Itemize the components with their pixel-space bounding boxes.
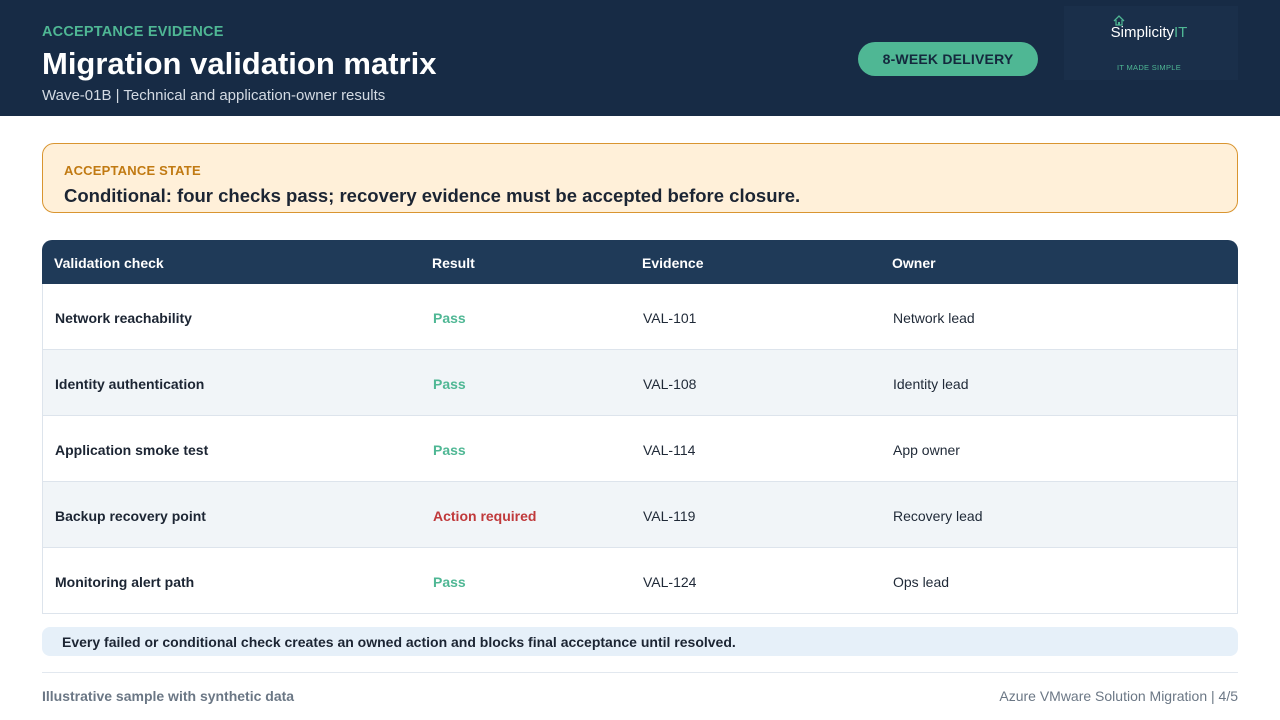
logo-tagline: IT MADE SIMPLE bbox=[1116, 63, 1182, 72]
page-title: Migration validation matrix bbox=[42, 46, 437, 81]
evidence-id: VAL-124 bbox=[643, 574, 697, 590]
result-status: Pass bbox=[433, 310, 466, 326]
result-status: Pass bbox=[433, 442, 466, 458]
owner-name: Identity lead bbox=[893, 376, 969, 392]
evidence-id: VAL-114 bbox=[643, 442, 696, 458]
table-row: Backup recovery point Action required VA… bbox=[42, 482, 1238, 548]
table-row: Network reachability Pass VAL-101 Networ… bbox=[42, 284, 1238, 350]
check-name: Identity authentication bbox=[55, 376, 205, 392]
acceptance-state-card: ACCEPTANCE STATE Conditional: four check… bbox=[42, 143, 1238, 213]
table-header: Validation check Result Evidence Owner bbox=[42, 240, 1238, 284]
column-header-evidence: Evidence bbox=[642, 255, 704, 271]
table-row: Identity authentication Pass VAL-108 Ide… bbox=[42, 350, 1238, 416]
validation-matrix-table: Validation check Result Evidence Owner N… bbox=[42, 240, 1238, 614]
footer-page-info: Azure VMware Solution Migration | 4/5 bbox=[999, 688, 1238, 704]
column-header-validation-check: Validation check bbox=[54, 255, 164, 271]
header-eyebrow: ACCEPTANCE EVIDENCE bbox=[42, 24, 224, 40]
evidence-id: VAL-108 bbox=[643, 376, 697, 392]
evidence-id: VAL-101 bbox=[643, 310, 697, 326]
evidence-id: VAL-119 bbox=[643, 508, 696, 524]
company-logo: SimplicityIT IT MADE SIMPLE bbox=[1064, 6, 1238, 80]
column-header-owner: Owner bbox=[892, 255, 936, 271]
owner-name: App owner bbox=[893, 442, 960, 458]
check-name: Network reachability bbox=[55, 310, 192, 326]
owner-name: Ops lead bbox=[893, 574, 950, 590]
acceptance-state-text: Conditional: four checks pass; recovery … bbox=[64, 185, 801, 206]
footer-disclaimer: Illustrative sample with synthetic data bbox=[42, 688, 295, 704]
result-status: Pass bbox=[433, 574, 466, 590]
owner-name: Recovery lead bbox=[893, 508, 983, 524]
column-header-result: Result bbox=[432, 255, 475, 271]
result-status: Action required bbox=[433, 508, 537, 524]
logo-wordmark: SimplicityIT bbox=[1110, 24, 1188, 41]
footer-divider bbox=[42, 672, 1238, 673]
check-name: Backup recovery point bbox=[55, 508, 206, 524]
page-subtitle: Wave-01B | Technical and application-own… bbox=[42, 87, 386, 104]
delivery-badge: 8-WEEK DELIVERY bbox=[858, 42, 1038, 76]
table-row: Application smoke test Pass VAL-114 App … bbox=[42, 416, 1238, 482]
owner-name: Network lead bbox=[893, 310, 975, 326]
slide-header: ACCEPTANCE EVIDENCE Migration validation… bbox=[0, 0, 1280, 116]
acceptance-rule-note: Every failed or conditional check create… bbox=[42, 627, 1238, 656]
check-name: Application smoke test bbox=[55, 442, 209, 458]
acceptance-state-label: ACCEPTANCE STATE bbox=[64, 163, 201, 178]
result-status: Pass bbox=[433, 376, 466, 392]
check-name: Monitoring alert path bbox=[55, 574, 195, 590]
table-row: Monitoring alert path Pass VAL-124 Ops l… bbox=[42, 548, 1238, 614]
